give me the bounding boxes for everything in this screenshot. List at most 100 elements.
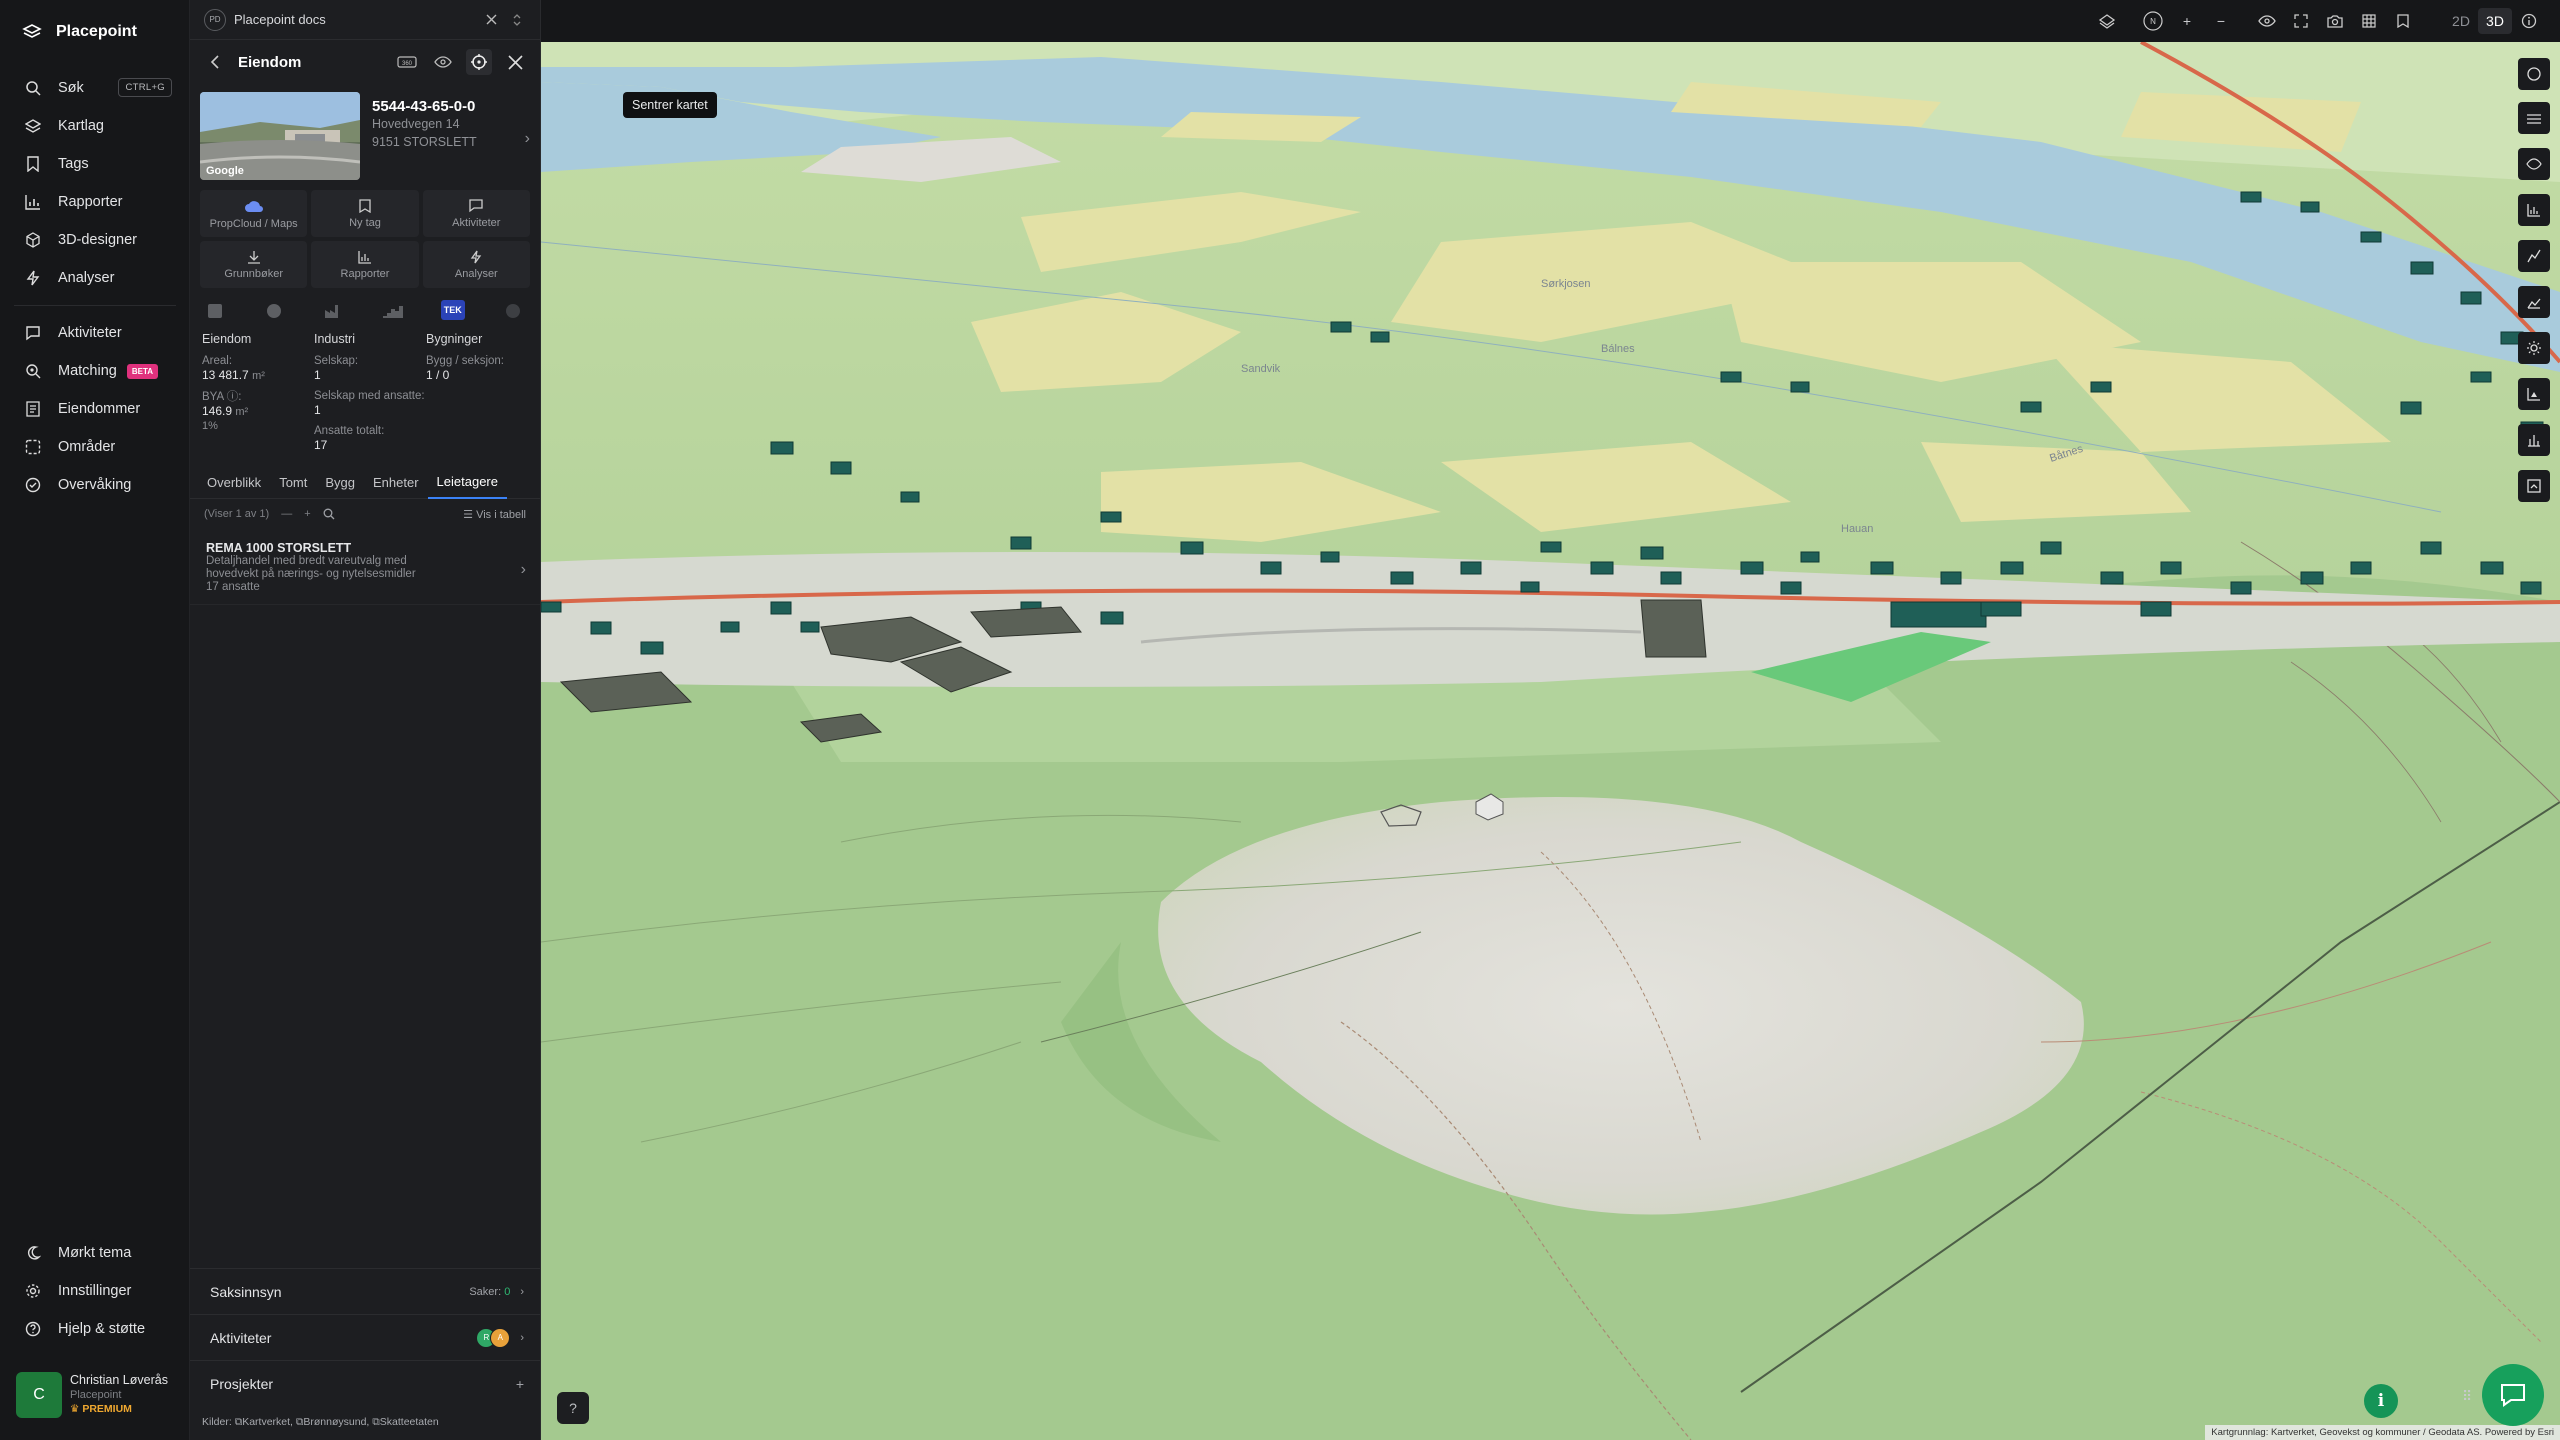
avatar: A [490, 1327, 511, 1348]
section-saksinnsyn[interactable]: Saksinnsyn Saker: 0 › [190, 1268, 540, 1314]
nav-item-aktiviteter[interactable]: Aktiviteter [0, 314, 190, 352]
eye-icon[interactable] [430, 49, 456, 75]
layers-3d-icon[interactable] [2090, 4, 2124, 38]
brand[interactable]: Placepoint [22, 22, 137, 42]
property-panel: PD Placepoint docs Eiendom 360 Sentrer k… [190, 0, 717, 1440]
help-button[interactable]: ? [557, 1392, 589, 1424]
tool-sun-button[interactable] [2518, 332, 2550, 364]
tek-category-tab[interactable]: TEK [440, 300, 465, 320]
grunnboker-button[interactable]: Grunnbøker [200, 241, 308, 288]
user-org: Placepoint [70, 1389, 122, 1401]
map-canvas[interactable]: Sandvik Bálnes Båtnes Hauan Sørkjosen Ka… [541, 42, 2560, 1440]
activities-button[interactable]: Aktiviteter [422, 190, 530, 237]
category-icons: TEK [190, 292, 540, 330]
tool-section-button[interactable] [2518, 424, 2550, 456]
view-table-button[interactable]: ☰ Vis i tabell [463, 508, 526, 521]
propcloud-button[interactable]: PropCloud / Maps [200, 190, 308, 237]
nav-item-eiendommer[interactable]: Eiendommer [0, 390, 190, 428]
tool-elevation-button[interactable] [2518, 286, 2550, 318]
info-icon[interactable] [2512, 4, 2546, 38]
bolt-icon [470, 250, 482, 264]
close-icon[interactable] [482, 7, 500, 33]
mode-2d-toggle[interactable]: 2D [2444, 13, 2478, 29]
nav-item-help[interactable]: Hjelp & støtte [0, 1310, 190, 1348]
nav-item-tags[interactable]: Tags [0, 145, 190, 183]
tenant-description: Detaljhandel med bredt vareutvalg med ho… [206, 555, 416, 580]
user-profile[interactable]: C Christian Løverås Placepoint ♛ PREMIUM [16, 1372, 176, 1418]
view-360-label: 360 [402, 61, 413, 67]
bookmark-icon[interactable] [2386, 4, 2420, 38]
workspace-title[interactable]: Placepoint docs [234, 12, 474, 27]
areal-label: Areal: [202, 355, 233, 367]
tool-export-button[interactable] [2518, 470, 2550, 502]
zoom-out-button[interactable]: − [2204, 4, 2238, 38]
nav-item-kartlag[interactable]: Kartlag [0, 107, 190, 145]
view-360-button[interactable]: 360 [394, 49, 420, 75]
fullscreen-icon[interactable] [2284, 4, 2318, 38]
nav-item-matching[interactable]: Matching BETA [0, 352, 190, 390]
new-tag-button[interactable]: Ny tag [311, 190, 419, 237]
street-view-thumbnail[interactable]: Google [200, 92, 360, 180]
chat-support-button[interactable] [2482, 1364, 2544, 1426]
plan-badge: ♛ PREMIUM [70, 1402, 168, 1416]
nav-item-settings[interactable]: Innstillinger [0, 1272, 190, 1310]
tool-profile-button[interactable] [2518, 240, 2550, 272]
industry-category-icon[interactable] [322, 300, 344, 322]
tab-tomt[interactable]: Tomt [270, 467, 316, 499]
section-prosjekter[interactable]: Prosjekter + [190, 1360, 540, 1406]
back-icon[interactable] [202, 49, 228, 75]
nav-item-label: Kartlag [58, 118, 104, 134]
action-label: Ny tag [349, 216, 381, 229]
action-label: Grunnbøker [224, 267, 284, 280]
add-project-button[interactable]: + [516, 1376, 524, 1392]
tool-measure-button[interactable] [2518, 58, 2550, 90]
tool-shadow-button[interactable] [2518, 378, 2550, 410]
reports-button[interactable]: Rapporter [311, 241, 419, 288]
close-icon[interactable] [502, 49, 528, 75]
tool-chart-button[interactable] [2518, 194, 2550, 226]
expand-icon[interactable] [508, 7, 526, 33]
list-item[interactable]: REMA 1000 STORSLETT Detaljhandel med bre… [190, 529, 540, 605]
property-id: 5544-43-65-0-0 [372, 98, 476, 115]
beta-badge: BETA [126, 363, 159, 379]
property-category-icon[interactable] [204, 300, 226, 322]
tab-overblikk[interactable]: Overblikk [198, 467, 270, 499]
more-category-icon[interactable] [502, 300, 524, 322]
section-aktiviteter[interactable]: Aktiviteter R A › [190, 1314, 540, 1360]
areal-unit: m² [252, 370, 265, 382]
globe-category-icon[interactable] [263, 300, 285, 322]
tool-layers-button[interactable] [2518, 102, 2550, 134]
nav-item-dark-theme[interactable]: Mørkt tema [0, 1234, 190, 1272]
camera-icon[interactable] [2318, 4, 2352, 38]
place-label: Sørkjosen [1541, 278, 1591, 290]
eye-icon[interactable] [2250, 4, 2284, 38]
grid-icon[interactable] [2352, 4, 2386, 38]
drag-handle-icon[interactable]: ⠿ [2462, 1388, 2472, 1405]
list-icon: ☰ [463, 508, 477, 521]
source-link-skatteetaten[interactable]: ⧉Skatteetaten [372, 1416, 438, 1428]
nav-item-omrader[interactable]: Områder [0, 428, 190, 466]
buildings-category-icon[interactable] [382, 300, 404, 322]
nav-item-rapporter[interactable]: Rapporter [0, 183, 190, 221]
nav-item-label: Aktiviteter [58, 325, 122, 341]
property-summary[interactable]: Google 5544-43-65-0-0 Hovedvegen 14 9151… [190, 84, 540, 186]
add-icon[interactable]: + [304, 508, 310, 520]
collapse-icon[interactable]: — [281, 508, 292, 520]
nav-item-search[interactable]: Søk CTRL+G [0, 69, 190, 107]
zoom-in-button[interactable]: + [2170, 4, 2204, 38]
nav-item-analyser[interactable]: Analyser [0, 259, 190, 297]
compass-button[interactable]: N [2136, 4, 2170, 38]
source-link-kartverket[interactable]: ⧉Kartverket, [235, 1416, 293, 1428]
tab-leietagere[interactable]: Leietagere [427, 467, 507, 499]
tab-enheter[interactable]: Enheter [364, 467, 428, 499]
analyses-button[interactable]: Analyser [422, 241, 530, 288]
mode-3d-toggle[interactable]: 3D [2478, 8, 2512, 34]
tab-bygg[interactable]: Bygg [316, 467, 364, 499]
nav-item-3d-designer[interactable]: 3D-designer [0, 221, 190, 259]
tool-view-button[interactable] [2518, 148, 2550, 180]
nav-item-overvaking[interactable]: Overvåking [0, 466, 190, 504]
source-link-bronnoysund[interactable]: ⧉Brønnøysund, [296, 1416, 369, 1428]
info-button[interactable]: i [2364, 1384, 2398, 1418]
center-map-button[interactable] [466, 49, 492, 75]
search-icon[interactable] [323, 508, 335, 520]
